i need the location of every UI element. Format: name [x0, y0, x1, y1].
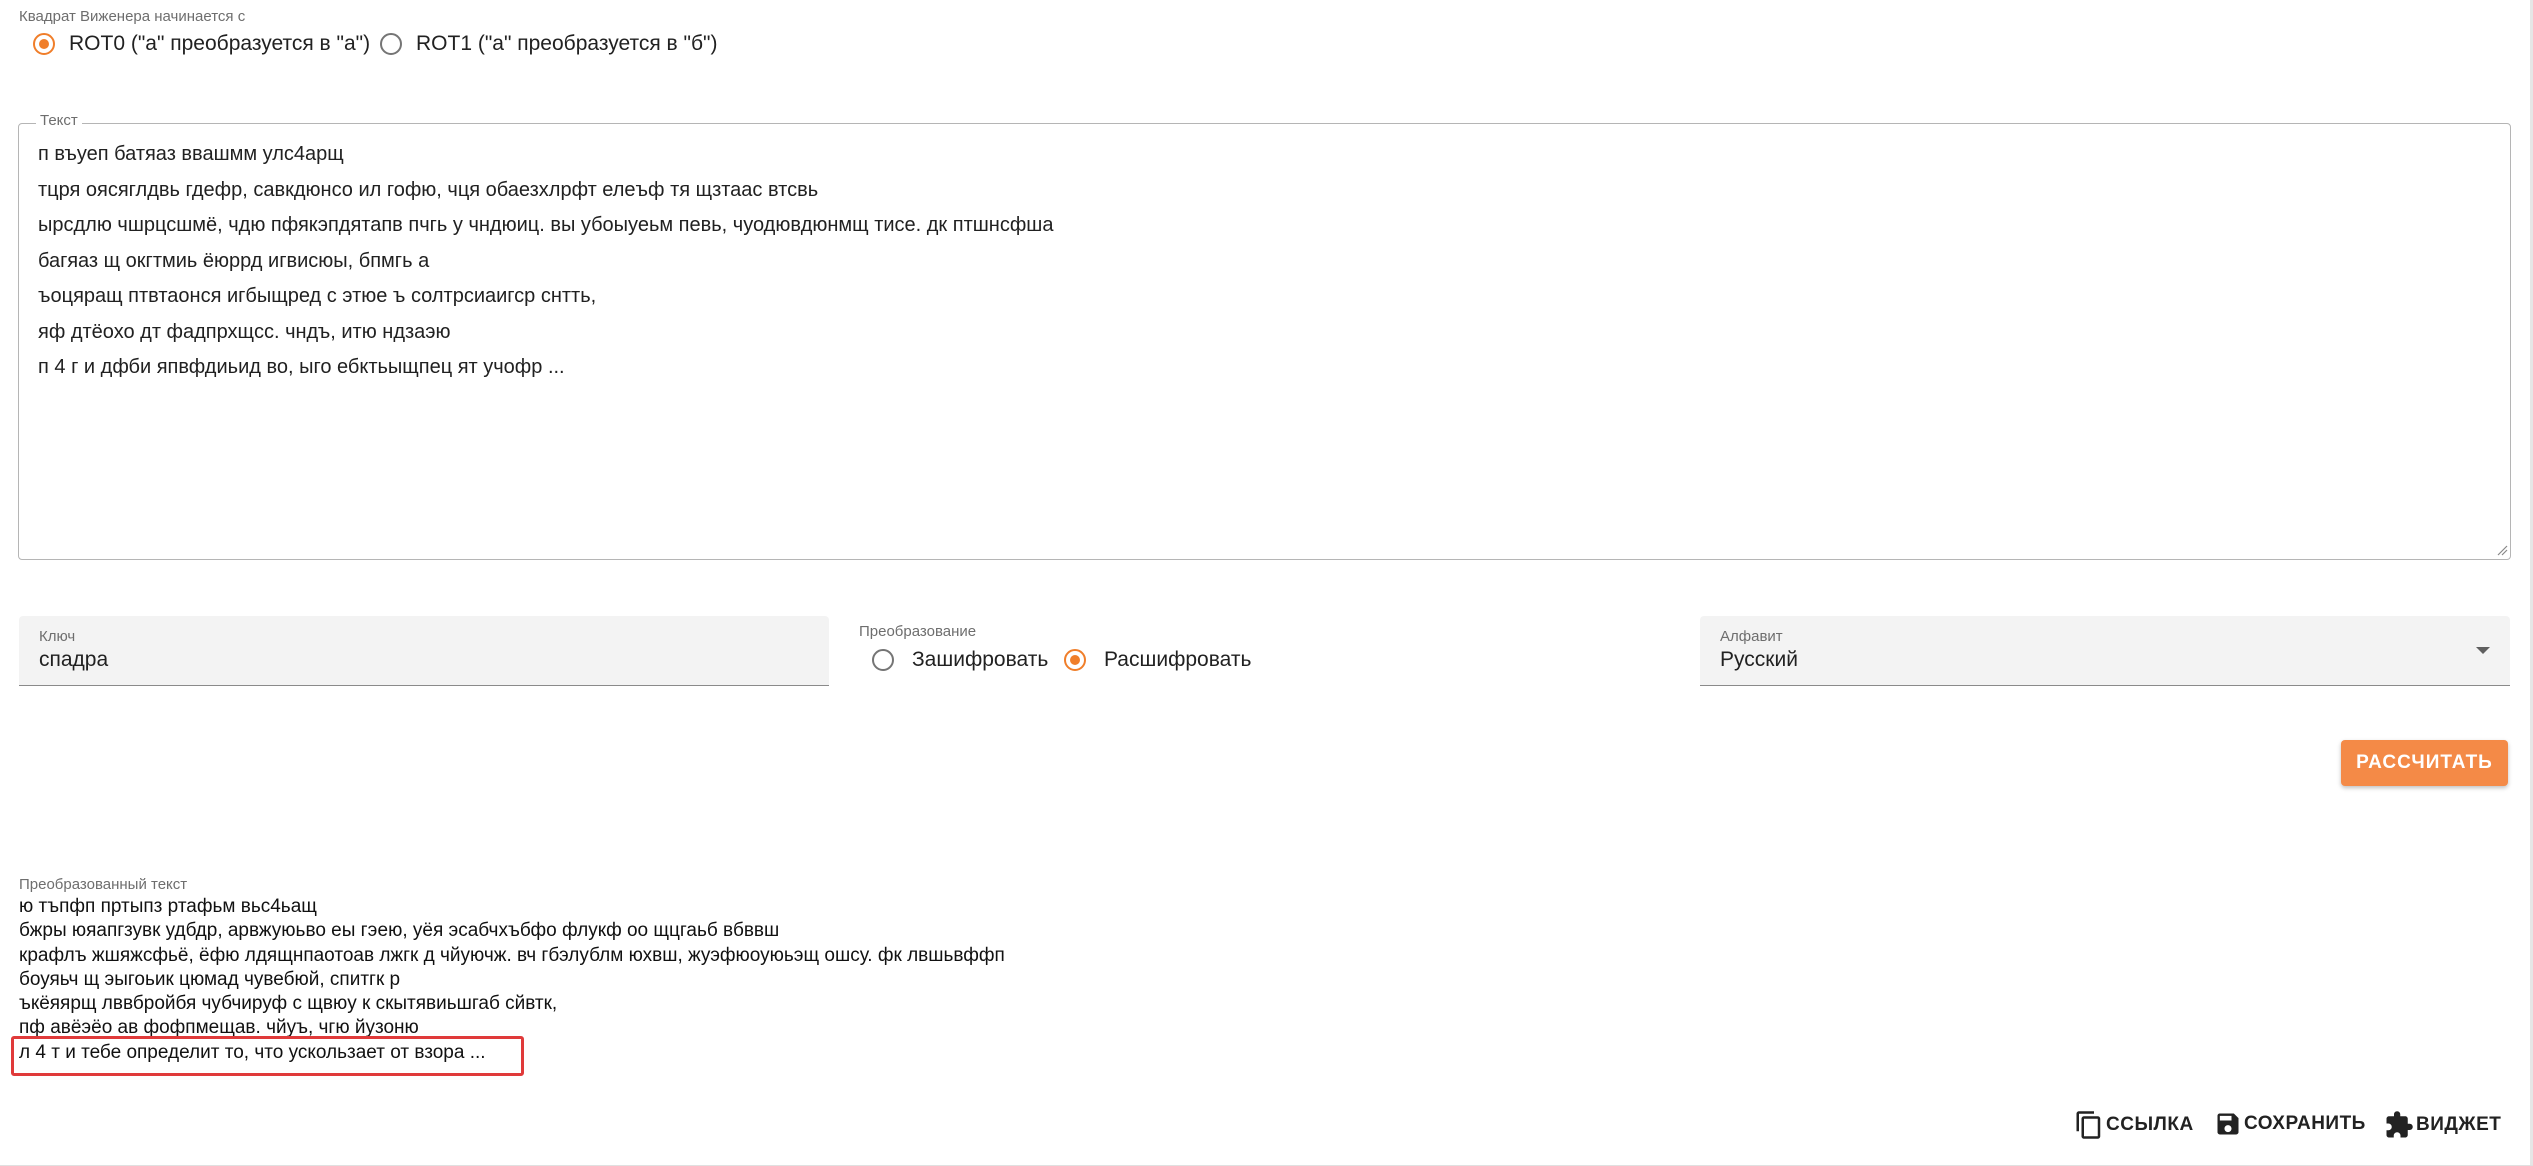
encrypt-radio-circle[interactable]: [872, 649, 894, 671]
decrypt-radio[interactable]: Расшифровать: [1064, 648, 1251, 672]
alphabet-label: Алфавит: [1720, 628, 1783, 645]
save-label: СОХРАНИТЬ: [2244, 1113, 2366, 1134]
output-line: ъкёяярщ лввбройбя чубчируф с щвюу к скыт…: [19, 993, 558, 1015]
rot0-radio-circle[interactable]: [33, 33, 55, 55]
text-line: п 4 г и дфби япвфдиьид во, ыго ебктьыщпе…: [38, 356, 565, 378]
rot1-radio[interactable]: ROT1 ("а" преобразуется в "б"): [380, 32, 717, 56]
text-line: багяаз щ окгтмиь ёюррд игвисюы, бпмгь а: [38, 249, 430, 272]
output-line: бжры юяапгзувк удбдр, арвжуюьво еы гэею,…: [19, 920, 780, 942]
alphabet-value[interactable]: Русский: [1720, 648, 1798, 672]
decrypt-label: Расшифровать: [1104, 648, 1252, 671]
text-line: тцря оясяглдвь гдефр, савкдюнсо ил гофю,…: [38, 178, 819, 201]
save-button[interactable]: СОХРАНИТЬ: [2214, 1110, 2366, 1138]
encrypt-radio[interactable]: Зашифровать: [872, 648, 1048, 672]
rot-setting-label: Квадрат Виженера начинается с: [19, 8, 246, 25]
rot1-radio-circle[interactable]: [380, 33, 402, 55]
output-line: крафлъ жшяжсфьё, ёфю лдящнпаотоав лжгк д…: [19, 944, 1005, 966]
puzzle-icon: [2386, 1111, 2413, 1138]
key-field-label: Ключ: [39, 628, 76, 645]
widget-label: ВИДЖЕТ: [2416, 1114, 2502, 1135]
resize-grip-icon[interactable]: [2496, 544, 2508, 556]
dropdown-arrow-icon[interactable]: [2476, 647, 2490, 654]
rot0-label: ROT0 ("а" преобразуется в "а"): [69, 32, 371, 55]
rot1-label: ROT1 ("а" преобразуется в "б"): [416, 32, 718, 55]
text-line: ырсдлю чшрцсшмё, чдю пфякэпдятапв пчгь у…: [38, 214, 1054, 236]
text-line: п въуеп батяаз ввашмм улс4арщ: [38, 143, 344, 165]
key-field[interactable]: Ключ спадра: [19, 616, 829, 686]
output-label: Преобразованный текст: [19, 876, 188, 893]
link-button[interactable]: ССЫЛКА: [2074, 1110, 2194, 1140]
highlight-box: [11, 1036, 524, 1076]
output-line: боуяьч щ эыгоьик цюмад чувебюй, спитгк р: [19, 968, 401, 990]
output-line: ю тъпфп пртыпз ртафьм вьс4ьащ: [19, 896, 317, 917]
transform-label: Преобразование: [859, 623, 977, 640]
widget-button[interactable]: ВИДЖЕТ: [2384, 1110, 2501, 1140]
rot0-radio[interactable]: ROT0 ("а" преобразуется в "а"): [33, 32, 370, 56]
link-label: ССЫЛКА: [2106, 1114, 2194, 1135]
text-line: ъоцяращ птвтаонся игбыщред с этюе ъ солт…: [38, 285, 597, 307]
key-field-value[interactable]: спадра: [39, 648, 108, 672]
calculate-button[interactable]: РАССЧИТАТЬ: [2341, 740, 2508, 786]
alphabet-select[interactable]: Алфавит Русский: [1700, 616, 2510, 686]
text-line: яф дтёохо дт фадпрхщсс. чндъ, итю ндзаэю: [38, 320, 451, 343]
text-input-label: Текст: [36, 113, 82, 129]
copy-icon: [2076, 1111, 2101, 1139]
text-input-content[interactable]: п въуеп батяаз ввашмм улс4арщ тцря оясяг…: [38, 137, 1053, 386]
save-icon: [2217, 1113, 2239, 1135]
encrypt-label: Зашифровать: [912, 648, 1049, 671]
decrypt-radio-circle[interactable]: [1064, 649, 1086, 671]
